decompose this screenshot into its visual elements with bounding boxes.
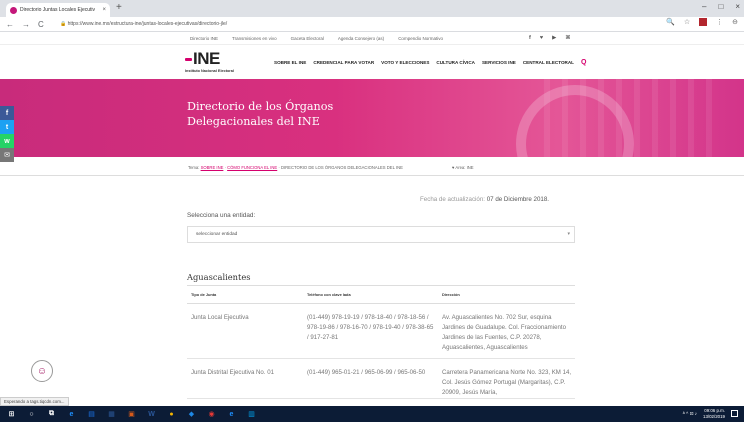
breadcrumb-prefix: Tema: [188,165,201,170]
ine-logo[interactable]: INE Instituto Nacional Electoral [185,50,234,73]
util-link-agenda[interactable]: Agenda Consejero (as) [338,36,384,41]
ine-favicon-icon [10,6,17,14]
column-header-tipo: Tipo de Junta [191,292,217,297]
browser-status-bar: Esperando a tags.tiqcdn.com... [0,397,69,406]
chrome-icon[interactable]: ● [166,410,177,419]
browser-toolbar: ← → C 🔒 https://www.ine.mx/estructura-in… [0,17,744,32]
youtube-icon[interactable]: ▶ [552,35,556,41]
store-icon[interactable]: ▦ [106,410,117,419]
cell-direccion: Av. Aguascalientes No. 702 Sur, esquina … [442,314,566,351]
menu-servicios[interactable]: SERVICIOS INE [482,60,516,65]
app-icon[interactable]: ◆ [186,410,197,419]
breadcrumb-link-como-funciona[interactable]: CÓMO FUNCIONA EL INE [227,165,277,170]
area-label: ♥ Area: INE [452,165,474,170]
breadcrumb-link-sobre-ine[interactable]: SOBRE INE [201,165,224,170]
reload-button[interactable]: C [38,20,44,29]
url-text: https://www.ine.mx/estructura-ine/juntas… [67,21,228,27]
menu-cultura-civica[interactable]: CULTURA CÍVICA [436,60,475,65]
table-row: Junta Distrital Ejecutiva No. 01 (01-449… [187,359,575,399]
social-share-sidebar: f t w ✉ [0,106,14,162]
browser-tab[interactable]: Directorio Juntas Locales Ejecutiv × [6,3,110,17]
edge-icon[interactable]: e [66,410,77,419]
menu-central-electoral[interactable]: CENTRAL ELECTORAL [523,60,574,65]
util-link-directorio[interactable]: Directorio INE [190,36,218,41]
tab-strip: Directorio Juntas Locales Ejecutiv × + –… [0,0,744,17]
whatsapp-share-icon[interactable]: w [0,134,14,148]
twitter-share-icon[interactable]: t [0,120,14,134]
start-button[interactable]: ⊞ [6,410,17,419]
app-icon[interactable]: ▣ [126,410,137,419]
tab-title: Directorio Juntas Locales Ejecutiv [20,7,96,13]
table-header: Tipo de Junta Teléfono con clave lada Di… [187,285,575,304]
app-icon[interactable]: ◉ [206,410,217,419]
chevron-down-icon: ▾ [567,231,570,237]
maximize-button[interactable]: □ [718,2,723,11]
cell-direccion: Carretera Panamericana Norte No. 323, KM… [442,369,572,396]
ie-icon[interactable]: e [226,410,237,419]
tray-icons[interactable]: ᴬ ^ ⊡ ♪ [683,411,697,417]
breadcrumb-current: DIRECTORIO DE LOS ÓRGANOS DELEGACIONALES… [280,165,403,170]
clock-time: 09:06 p.m. [704,408,725,413]
directory-table: Tipo de Junta Teléfono con clave lada Di… [187,285,575,399]
twitter-icon[interactable]: ♥ [540,35,543,41]
cell-tipo: Junta Distrital Ejecutiva No. 01 [191,369,274,376]
app-icon[interactable]: ▥ [246,410,257,419]
menu-sobre-ine[interactable]: SOBRE EL INE [274,60,306,65]
extension-icon[interactable] [699,18,708,26]
logo-mark: INE [185,50,234,67]
feedback-icon[interactable]: ☺ [31,360,53,382]
table-row: Junta Local Ejecutiva (01-449) 978-19-19… [187,304,575,359]
menu-voto-elecciones[interactable]: VOTO Y ELECCIONES [381,60,429,65]
windows-taskbar: ⊞ ○ ⧉ e ▤ ▦ ▣ W ● ◆ ◉ e ▥ ᴬ ^ ⊡ ♪ 09:06 p.m. 13/02/2… [0,406,744,422]
profile-icon[interactable]: ⊖ [732,18,738,26]
back-button[interactable]: ← [6,20,14,29]
cell-telefono: (01-449) 965-01-21 / 965-06-99 / 965-06-… [307,369,426,376]
clock[interactable]: 09:06 p.m. 13/02/2019 [703,408,725,419]
hero-banner: Directorio de los Órganos Delegacionales … [0,79,744,157]
facebook-icon[interactable]: f [529,35,531,41]
update-date: Fecha de actualización: 07 de Diciembre … [420,196,549,203]
menu-credencial[interactable]: CREDENCIAL PARA VOTAR [313,60,374,65]
entity-select-value: seleccionar entidad [196,232,238,237]
word-icon[interactable]: W [146,410,157,419]
forward-button[interactable]: → [22,20,30,29]
notification-icon[interactable] [731,410,738,417]
lock-icon: 🔒 [60,21,68,27]
minimize-button[interactable]: – [702,2,706,11]
system-tray: ᴬ ^ ⊡ ♪ 09:06 p.m. 13/02/2019 [683,408,738,419]
entity-select-label: Selecciona una entidad: [187,212,256,219]
facebook-share-icon[interactable]: f [0,106,14,120]
breadcrumb: Tema: SOBRE INE · CÓMO FUNCIONA EL INE ·… [0,157,744,176]
close-window-button[interactable]: × [735,2,740,11]
address-bar[interactable]: 🔒 https://www.ine.mx/estructura-ine/junt… [56,19,660,30]
task-view-button[interactable]: ⧉ [46,410,57,419]
util-link-gaceta[interactable]: Gaceta Electoral [291,36,324,41]
column-header-direccion: Dirección [442,292,460,297]
page-title: Directorio de los Órganos Delegacionales … [187,100,334,128]
column-header-telefono: Teléfono con clave lada [307,292,351,297]
bookmark-star-icon[interactable]: ☆ [684,18,690,26]
cell-telefono: (01-449) 978-19-19 / 978-18-40 / 978-18-… [307,314,434,341]
logo-subtitle: Instituto Nacional Electoral [185,69,234,73]
clock-date: 13/02/2019 [703,413,725,419]
search-icon[interactable]: Q [581,59,586,66]
tab-close-icon[interactable]: × [102,7,106,13]
new-tab-button[interactable]: + [116,3,122,13]
search-button[interactable]: ○ [26,410,37,419]
site-header: INE Instituto Nacional Electoral SOBRE E… [0,45,744,79]
util-link-transmisiones[interactable]: Transmisiones en vivo [232,36,277,41]
rss-icon[interactable]: ⌘ [565,35,570,41]
menu-icon[interactable]: ⋮ [716,18,723,26]
zoom-icon[interactable]: 🔍 [666,18,675,26]
utility-bar: Directorio INE Transmisiones en vivo Gac… [0,32,744,45]
state-heading: Aguascalientes [187,272,251,282]
explorer-icon[interactable]: ▤ [86,410,97,419]
main-menu: SOBRE EL INE CREDENCIAL PARA VOTAR VOTO … [274,59,586,66]
cell-tipo: Junta Local Ejecutiva [191,314,249,321]
util-link-compendio[interactable]: Compendio Normativo [398,36,443,41]
entity-select[interactable]: seleccionar entidad ▾ [187,226,575,243]
